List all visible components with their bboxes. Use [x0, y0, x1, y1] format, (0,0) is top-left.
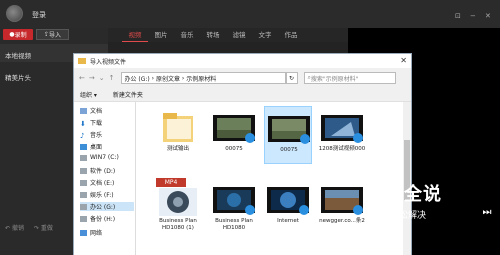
command-bar: 组织 ▾ 新建文件夹 [74, 88, 411, 102]
drive-icon [80, 215, 87, 222]
close-icon[interactable]: ✕ [485, 12, 491, 20]
nav-item-network[interactable]: 网络 [80, 228, 102, 237]
tab-spacer [108, 28, 122, 42]
video-file-icon [268, 116, 310, 144]
file-tile-video[interactable]: Internet [264, 178, 312, 236]
record-button[interactable]: ● 录制 [3, 29, 33, 40]
folder-icon [163, 113, 193, 142]
desktop-icon [80, 143, 87, 150]
path-segment[interactable]: 示例原材料 [186, 74, 216, 83]
top-bar: 登录 ⊡ − ✕ [0, 0, 500, 28]
tab-image[interactable]: 图片 [148, 28, 174, 42]
nav-item-documents[interactable]: 文档 [80, 106, 102, 115]
drive-icon [80, 154, 87, 161]
file-tile-video-selected[interactable]: 00075 [264, 106, 312, 164]
watermark-title: 百科全说 [366, 184, 442, 205]
dialog-close-icon[interactable]: ✕ [400, 56, 407, 65]
nav-item-music[interactable]: ♪ 音乐 [80, 130, 102, 140]
video-file-icon [321, 115, 363, 143]
nav-item-drive-h[interactable]: 备份 (H:) [80, 214, 115, 223]
nav-item-drive-f[interactable]: 娱乐 (F:) [80, 190, 114, 199]
drive-icon [80, 203, 87, 210]
organize-menu[interactable]: 组织 ▾ [80, 90, 97, 99]
restore-icon[interactable]: ⊡ [455, 12, 461, 20]
nav-item-drive-d[interactable]: 软件 (D:) [80, 166, 115, 175]
drive-icon [80, 179, 87, 186]
video-file-icon [267, 187, 309, 215]
nav-item-drive-e[interactable]: 文档 (E:) [80, 178, 114, 187]
tab-music[interactable]: 音乐 [174, 28, 200, 42]
forward-arrow-icon[interactable]: → [89, 74, 95, 82]
path-segment[interactable]: 原创文章 [156, 74, 180, 83]
nav-item-desktop[interactable]: 桌面 [80, 142, 102, 151]
new-folder-button[interactable]: 新建文件夹 [113, 90, 143, 99]
undo-button[interactable]: ↶ 撤销 [5, 223, 24, 232]
network-icon [80, 229, 87, 236]
nav-buttons: ← → ⌄ ↑ [79, 74, 115, 82]
minimize-icon[interactable]: − [470, 12, 476, 20]
media-tabs: 视频 图片 音乐 转场 滤镜 文字 作品 [108, 28, 348, 42]
file-tile-mp4[interactable]: MP4 Business Plan HD1080 (1) [154, 178, 202, 236]
avatar[interactable] [6, 5, 23, 22]
local-video-tab[interactable]: 本地视频 [5, 50, 31, 60]
mp4-badge: MP4 [156, 178, 186, 187]
drive-icon [80, 167, 87, 174]
tab-video[interactable]: 视频 [122, 28, 148, 42]
documents-icon [80, 107, 87, 114]
redo-button[interactable]: ↷ 重做 [34, 223, 53, 232]
nav-item-drive-c[interactable]: WIN7 (C:) [80, 154, 119, 161]
file-grid: 测试输出 00075 00075 1208测试视频000 MP4 Busines… [136, 102, 411, 255]
play-next-icon[interactable]: ⏭ [477, 203, 497, 223]
music-icon: ♪ [80, 131, 85, 140]
file-tile-folder[interactable]: 测试输出 [154, 106, 202, 164]
dialog-title-bar: 导入视频文件 [74, 54, 411, 68]
back-arrow-icon[interactable]: ← [79, 74, 85, 82]
navigation-pane: 文档 ⬇ 下载 ♪ 音乐 桌面 WIN7 (C:) 软件 (D:) 文档 (E:) … [74, 102, 136, 255]
video-file-icon [213, 187, 255, 215]
path-segment[interactable]: 办公 (G:) [125, 74, 150, 83]
refresh-icon[interactable]: ↻ [285, 72, 298, 84]
drive-icon [80, 191, 87, 198]
up-arrow-icon[interactable]: ↑ [109, 74, 115, 82]
address-row: ← → ⌄ ↑ 办公 (G:) › 原创文章 › 示例原材料 ↻ ⌕ 搜索"示例… [74, 68, 411, 88]
video-file-icon [321, 187, 363, 215]
video-file-icon [213, 115, 255, 143]
address-bar[interactable]: 办公 (G:) › 原创文章 › 示例原材料 [120, 72, 286, 84]
file-tile-video[interactable]: 00075 [210, 106, 258, 164]
file-tile-video[interactable]: 1208测试视频000 [318, 106, 366, 164]
file-grid-scrollbar[interactable] [403, 102, 411, 255]
tab-works[interactable]: 作品 [278, 28, 304, 42]
import-button[interactable]: ⇪ 导入 [36, 29, 69, 40]
record-import-row: ● 录制 ⇪ 导入 [3, 29, 69, 42]
nav-item-downloads[interactable]: ⬇ 下载 [80, 118, 102, 128]
dialog-title: 导入视频文件 [90, 58, 127, 66]
nav-item-drive-g[interactable]: 办公 (G:) [80, 202, 134, 211]
chevron-down-icon[interactable]: ⌄ [99, 74, 105, 82]
video-editor-app: 登录 ⊡ − ✕ ● 录制 ⇪ 导入 本地视频 精美片头 ↶ 撤销 ↷ 重做 视… [0, 0, 500, 255]
watermark-subtitle: 助你轻松解决 [372, 211, 427, 221]
tab-text[interactable]: 文字 [252, 28, 278, 42]
tab-filter[interactable]: 滤镜 [226, 28, 252, 42]
intro-clips-tab[interactable]: 精美片头 [5, 72, 31, 82]
watermark: 百科全说 助你轻松解决 [362, 180, 462, 228]
search-input[interactable]: ⌕ 搜索"示例原材料" [303, 72, 396, 84]
mp4-file-icon [159, 188, 197, 216]
tab-transition[interactable]: 转场 [200, 28, 226, 42]
login-link[interactable]: 登录 [32, 10, 46, 20]
download-icon: ⬇ [80, 119, 86, 128]
file-tile-video[interactable]: newgger.co...条2 [318, 178, 366, 236]
folder-icon [78, 58, 86, 64]
file-tile-video[interactable]: Business Plan HD1080 [210, 178, 258, 236]
